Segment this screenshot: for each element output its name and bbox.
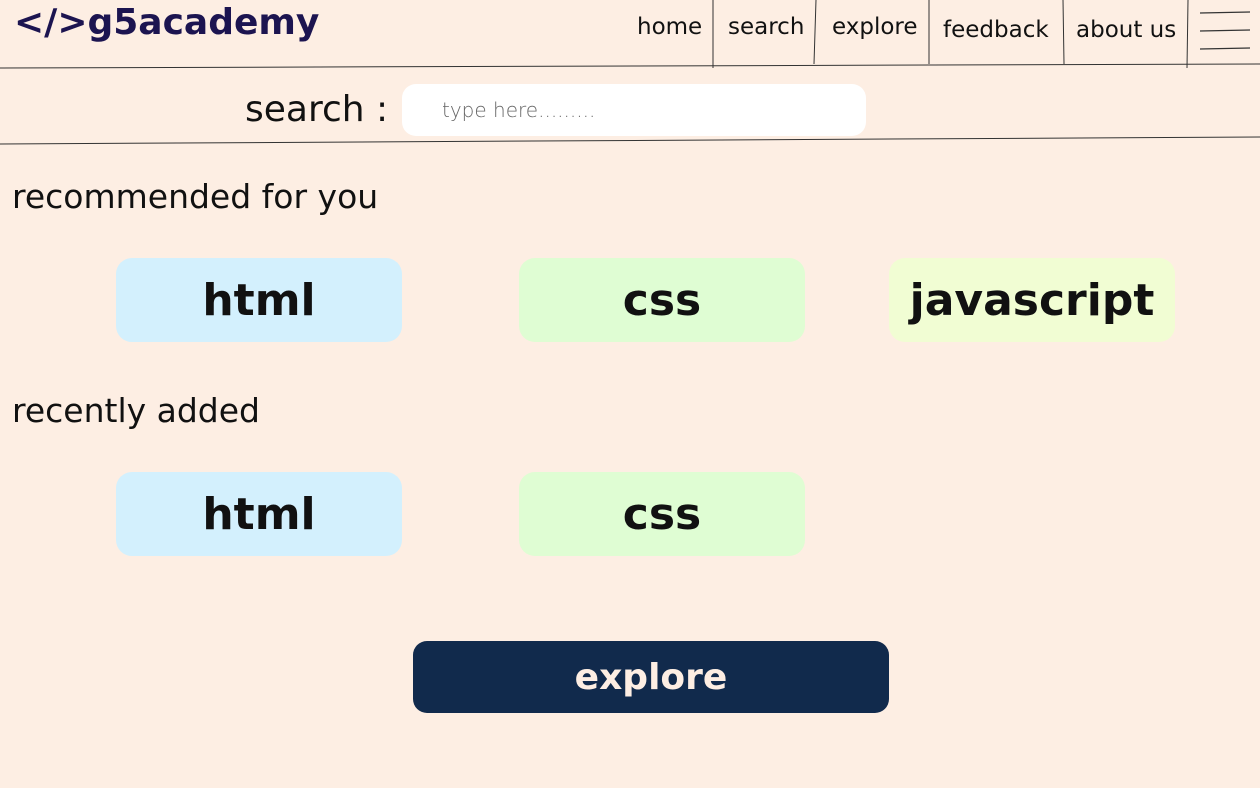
recent-card-css[interactable]: css (519, 472, 805, 556)
nav-feedback[interactable]: feedback (943, 17, 1049, 43)
recommended-card-html[interactable]: html (116, 258, 402, 342)
site-logo[interactable]: </>g5academy (14, 2, 319, 43)
search-label: search : (245, 89, 389, 130)
recent-section-title: recently added (12, 391, 260, 430)
nav-search[interactable]: search (728, 14, 804, 40)
hamburger-menu-icon[interactable] (1198, 10, 1252, 56)
search-input[interactable] (402, 84, 866, 136)
nav-home[interactable]: home (637, 14, 702, 40)
explore-button[interactable]: explore (413, 641, 889, 713)
nav-explore[interactable]: explore (832, 14, 918, 40)
recommended-card-javascript[interactable]: javascript (889, 258, 1175, 342)
recent-card-html[interactable]: html (116, 472, 402, 556)
recommended-card-css[interactable]: css (519, 258, 805, 342)
nav-about-us[interactable]: about us (1076, 17, 1176, 43)
recommended-section-title: recommended for you (12, 177, 379, 216)
